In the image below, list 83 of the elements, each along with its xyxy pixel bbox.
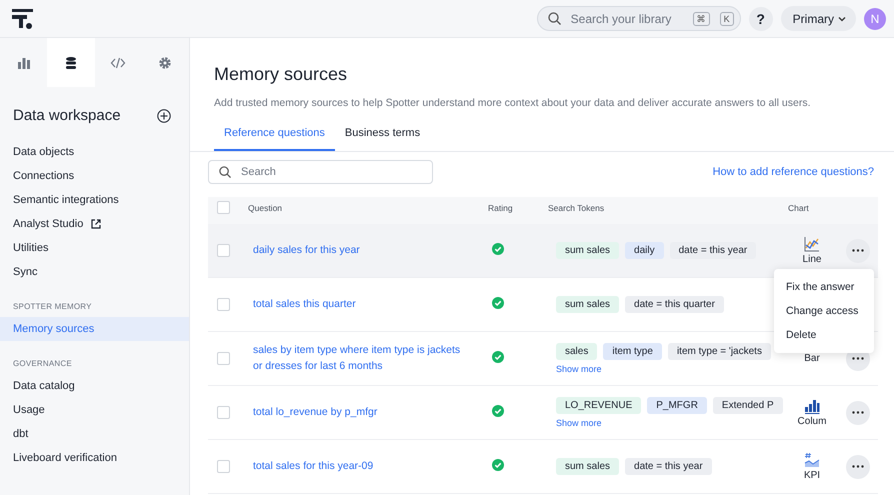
section-heading: SPOTTER MEMORY bbox=[12, 301, 93, 313]
sidebar-item[interactable]: Memory sources bbox=[0, 317, 189, 341]
checkbox[interactable] bbox=[216, 298, 230, 311]
search-icon bbox=[219, 166, 231, 178]
help-link[interactable]: How to add reference questions? bbox=[712, 166, 874, 178]
ellipsis-icon bbox=[852, 357, 864, 360]
question-link[interactable]: daily sales for this year bbox=[238, 242, 478, 258]
column-header: Search Tokens bbox=[547, 202, 606, 212]
sidebar-item[interactable]: Data catalog bbox=[0, 374, 189, 398]
ellipsis-icon bbox=[852, 411, 864, 414]
question-link[interactable]: sales by item type where item type is jackets or dresses for last 6 months bbox=[238, 343, 478, 374]
help-button[interactable]: ? bbox=[748, 6, 773, 30]
search-token: sum sales bbox=[556, 296, 620, 313]
sidebar-item[interactable]: Data objects bbox=[0, 140, 189, 164]
page-title: Memory sources bbox=[213, 63, 348, 85]
checkbox[interactable] bbox=[216, 244, 230, 257]
sidebar-title: Data workspace bbox=[13, 107, 121, 124]
org-selector[interactable]: Primary bbox=[780, 6, 856, 31]
sidebar-item[interactable]: Analyst Studio bbox=[0, 212, 189, 236]
search-token: Extended P bbox=[712, 397, 783, 414]
more-button[interactable] bbox=[846, 238, 870, 262]
shortcut-key: K bbox=[720, 12, 734, 26]
sidebar-item[interactable]: Semantic integrations bbox=[0, 188, 189, 212]
section-heading: GOVERNANCE bbox=[12, 358, 73, 370]
page-description: Add trusted memory sources to help Spotter understand more context about your data and deliver accurate answers to all users. bbox=[213, 96, 812, 109]
tab[interactable]: Reference questions bbox=[214, 127, 335, 151]
sidebar-item[interactable]: dbt bbox=[0, 422, 189, 446]
search-token: item type = 'jackets bbox=[668, 343, 771, 360]
line-chart-icon bbox=[804, 236, 820, 252]
search-token: sum sales bbox=[556, 242, 620, 259]
bar-chart-icon bbox=[16, 56, 31, 70]
more-button[interactable] bbox=[846, 454, 870, 478]
search-token: date = this year bbox=[625, 458, 712, 475]
search-token: item type bbox=[603, 343, 662, 360]
kpi-chart-icon bbox=[804, 452, 820, 468]
code-icon bbox=[110, 56, 126, 70]
tab[interactable]: Business terms bbox=[334, 127, 430, 151]
show-more-link[interactable]: Show more bbox=[556, 418, 778, 428]
menu-item[interactable]: Delete bbox=[774, 323, 874, 347]
logo-icon[interactable] bbox=[12, 8, 34, 30]
question-link[interactable]: total sales for this year-09 bbox=[238, 458, 478, 474]
menu-item[interactable]: Change access bbox=[774, 299, 874, 323]
checkbox[interactable] bbox=[216, 406, 230, 419]
search-icon bbox=[548, 12, 561, 25]
column-header: Chart bbox=[787, 202, 810, 212]
search-token: sum sales bbox=[556, 458, 620, 475]
search-token: daily bbox=[625, 242, 664, 259]
menu-item[interactable]: Fix the answer bbox=[774, 275, 874, 299]
search-token: LO_REVENUE bbox=[556, 397, 642, 414]
question-link[interactable]: total lo_revenue by p_mfgr bbox=[238, 404, 478, 420]
search-token: sales bbox=[556, 343, 598, 360]
sidebar-tab[interactable] bbox=[47, 38, 94, 87]
sidebar-item[interactable]: Connections bbox=[0, 164, 189, 188]
search-token: date = this year bbox=[670, 242, 756, 259]
shortcut-key: ⌘ bbox=[692, 12, 710, 26]
search-field[interactable]: Search bbox=[208, 160, 433, 184]
sidebar-item[interactable]: Utilities bbox=[0, 236, 189, 260]
ellipsis-icon bbox=[852, 465, 864, 468]
question-link[interactable]: total sales this quarter bbox=[238, 296, 478, 312]
add-icon[interactable] bbox=[157, 108, 171, 122]
chart-type-label: Colum bbox=[798, 416, 826, 427]
settings-icon bbox=[158, 56, 172, 70]
chart-type-label: Line bbox=[802, 254, 822, 265]
chart-type-label: KPI bbox=[804, 470, 820, 481]
checkbox[interactable] bbox=[216, 352, 230, 365]
column-chart-icon bbox=[804, 398, 820, 414]
column-header: Rating bbox=[487, 202, 514, 212]
sidebar-item[interactable]: Sync bbox=[0, 260, 189, 284]
chevron-down-icon bbox=[838, 16, 846, 22]
search-token: P_MFGR bbox=[647, 397, 707, 414]
column-header: Question bbox=[247, 202, 284, 212]
checkbox[interactable] bbox=[216, 460, 230, 473]
checkbox[interactable] bbox=[216, 201, 230, 214]
sidebar-item[interactable]: Usage bbox=[0, 398, 189, 422]
sidebar-item[interactable]: Liveboard verification bbox=[0, 446, 189, 470]
search-input[interactable]: Search your library bbox=[568, 10, 683, 26]
more-button[interactable] bbox=[846, 400, 870, 424]
ellipsis-icon bbox=[852, 249, 864, 252]
database-icon bbox=[64, 56, 77, 70]
chart-type-label: Bar bbox=[804, 353, 820, 364]
search-token: date = this quarter bbox=[625, 296, 724, 313]
show-more-link[interactable]: Show more bbox=[556, 364, 778, 374]
library-search-field[interactable]: Search your library ⌘ K bbox=[536, 6, 741, 31]
